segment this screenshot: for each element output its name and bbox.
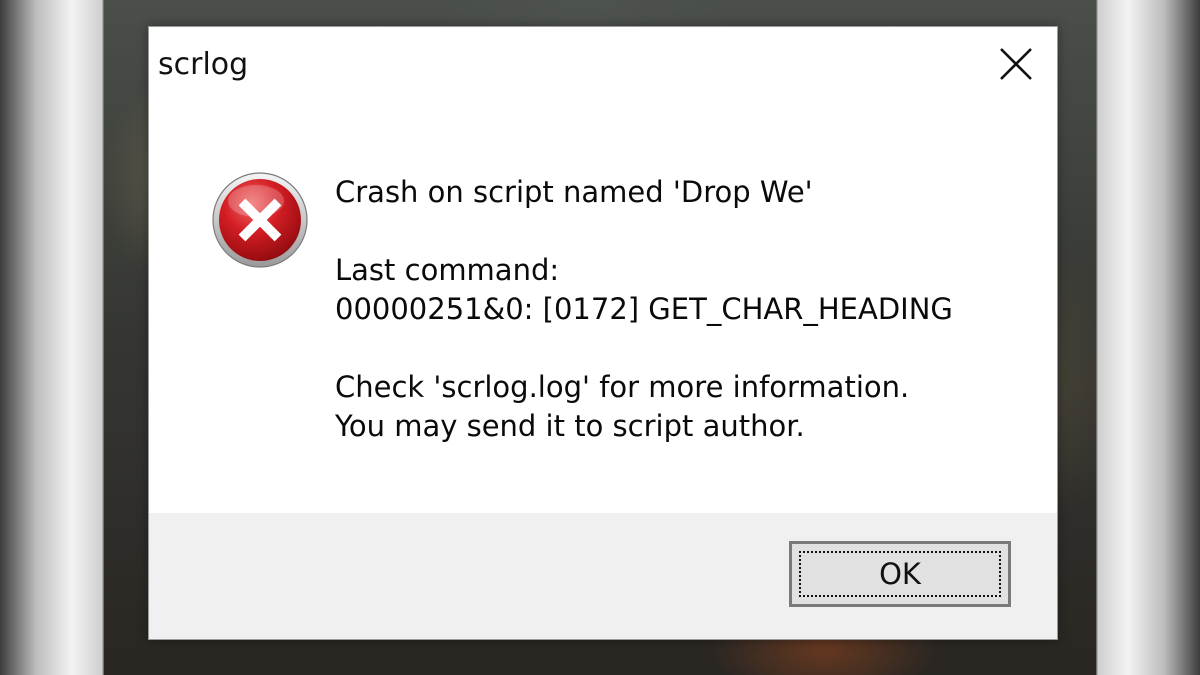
ok-button-label: OK [799,551,1001,597]
dialog-title: scrlog [158,47,249,82]
close-icon [1000,48,1032,80]
message-line-last-command-label: Last command: [335,253,560,287]
dialog-titlebar[interactable]: scrlog [149,27,1057,101]
error-message: Crash on script named 'Drop We' Last com… [335,173,1025,446]
message-line-crash: Crash on script named 'Drop We' [335,175,813,209]
message-line-check-log: Check 'scrlog.log' for more information. [335,370,910,404]
screen: scrlog Crash on script named 'Drop We' L… [0,0,1200,675]
dialog-content: Crash on script named 'Drop We' Last com… [149,101,1057,515]
dialog-footer: OK [149,513,1057,639]
error-dialog: scrlog Crash on script named 'Drop We' L… [148,26,1058,640]
message-line-send-author: You may send it to script author. [335,409,805,443]
ok-button[interactable]: OK [789,541,1011,607]
error-icon [212,172,308,268]
message-line-last-command: 00000251&0: [0172] GET_CHAR_HEADING [335,292,953,326]
close-button[interactable] [969,27,1057,101]
